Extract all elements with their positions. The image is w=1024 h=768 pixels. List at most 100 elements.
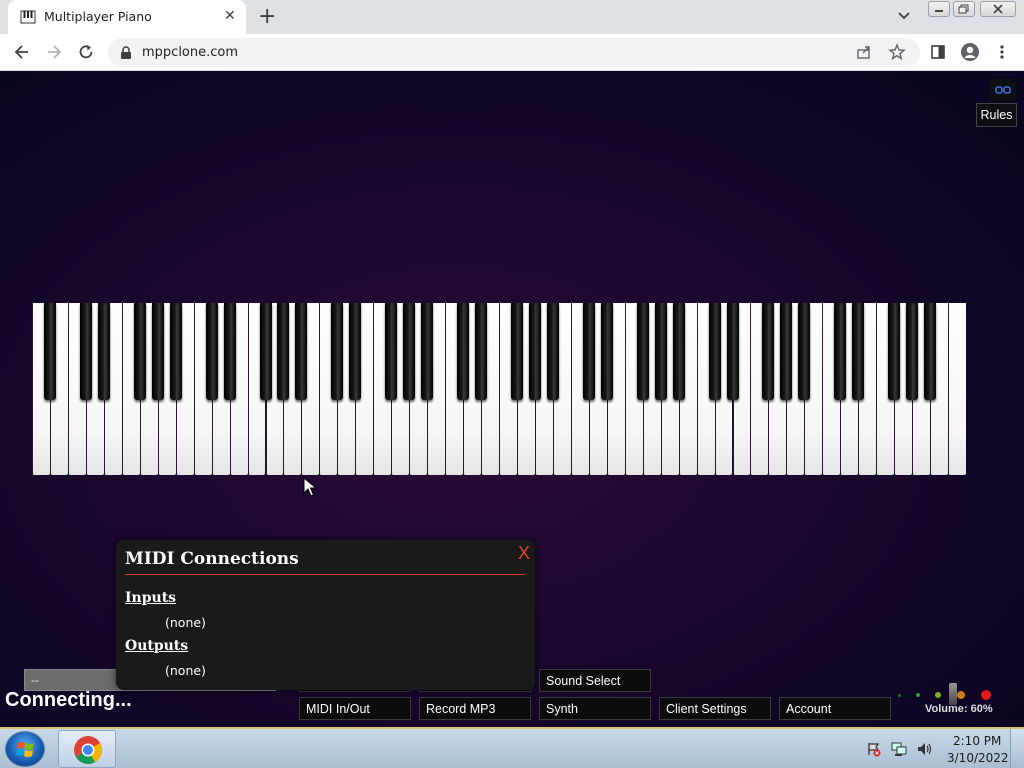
- speaker-icon[interactable]: [916, 741, 934, 757]
- windows-logo-icon: [16, 742, 34, 757]
- system-tray: [862, 735, 942, 763]
- black-key[interactable]: [403, 303, 416, 400]
- black-key[interactable]: [385, 303, 398, 400]
- black-key[interactable]: [457, 303, 470, 400]
- divider: [125, 574, 525, 575]
- black-key[interactable]: [151, 303, 164, 400]
- arrow-left-icon: [14, 45, 28, 59]
- network-icon[interactable]: [890, 741, 908, 757]
- black-key[interactable]: [780, 303, 793, 400]
- browser-tab[interactable]: Multiplayer Piano ✕: [8, 0, 246, 34]
- tab-title: Multiplayer Piano: [44, 9, 152, 24]
- piano-keyboard[interactable]: [32, 303, 966, 475]
- black-key[interactable]: [421, 303, 434, 400]
- forward-button[interactable]: [44, 42, 64, 62]
- address-bar[interactable]: mppclone.com: [108, 38, 920, 67]
- client-settings-button[interactable]: Client Settings: [659, 697, 771, 720]
- chevron-down-icon[interactable]: [896, 7, 912, 23]
- synth-button[interactable]: Synth: [539, 697, 651, 720]
- black-key[interactable]: [726, 303, 739, 400]
- profile-avatar-icon: [961, 43, 979, 61]
- show-desktop-button[interactable]: [1010, 729, 1024, 768]
- black-key[interactable]: [600, 303, 613, 400]
- black-key[interactable]: [349, 303, 362, 400]
- account-button[interactable]: Account: [779, 697, 891, 720]
- black-key[interactable]: [636, 303, 649, 400]
- volume-label: Volume: 60%: [925, 703, 993, 715]
- black-key[interactable]: [834, 303, 847, 400]
- black-key[interactable]: [277, 303, 290, 400]
- reload-button[interactable]: [76, 42, 96, 62]
- black-key[interactable]: [582, 303, 595, 400]
- tab-close-button[interactable]: ✕: [224, 8, 236, 24]
- record-mp3-button[interactable]: Record MP3: [419, 697, 531, 720]
- black-key[interactable]: [79, 303, 92, 400]
- windows-taskbar: 2:10 PM 3/10/2022: [0, 727, 1024, 768]
- black-key[interactable]: [169, 303, 182, 400]
- black-key[interactable]: [708, 303, 721, 400]
- black-key[interactable]: [133, 303, 146, 400]
- rules-button[interactable]: Rules: [976, 103, 1017, 127]
- outputs-heading: Outputs: [125, 638, 189, 654]
- black-key[interactable]: [888, 303, 901, 400]
- dialog-title: MIDI Connections: [125, 549, 299, 569]
- black-key[interactable]: [331, 303, 344, 400]
- black-key[interactable]: [97, 303, 110, 400]
- dialog-close-button[interactable]: X: [518, 543, 530, 564]
- piano-favicon-icon: [20, 10, 36, 24]
- black-key[interactable]: [906, 303, 919, 400]
- start-button[interactable]: [5, 731, 45, 767]
- menu-button[interactable]: [992, 42, 1012, 62]
- black-key[interactable]: [852, 303, 865, 400]
- reload-icon: [79, 45, 93, 59]
- clock-date[interactable]: 3/10/2022: [947, 751, 1009, 765]
- share-icon[interactable]: [856, 44, 872, 60]
- black-key[interactable]: [205, 303, 218, 400]
- close-icon: [993, 4, 1003, 14]
- profile-button[interactable]: [960, 42, 980, 62]
- minimize-icon: [935, 10, 943, 12]
- star-icon[interactable]: [888, 43, 906, 61]
- piano-room: Rules -- Connecting... Sound Select MIDI…: [0, 71, 1024, 727]
- midi-connections-dialog: MIDI Connections X Inputs (none) Outputs…: [116, 540, 535, 690]
- restore-button[interactable]: [953, 1, 975, 17]
- black-key[interactable]: [295, 303, 308, 400]
- arrow-right-icon: [48, 45, 62, 59]
- chrome-taskbar-button[interactable]: [58, 730, 116, 768]
- side-panel-button[interactable]: [928, 42, 948, 62]
- link-icon: [995, 86, 1011, 94]
- side-panel-icon: [931, 45, 945, 59]
- lock-icon: [121, 46, 131, 59]
- black-key[interactable]: [43, 303, 56, 400]
- volume-slider[interactable]: [949, 683, 957, 705]
- black-key[interactable]: [510, 303, 523, 400]
- black-key[interactable]: [654, 303, 667, 400]
- midi-inout-button[interactable]: MIDI In/Out: [299, 697, 411, 720]
- black-key[interactable]: [762, 303, 775, 400]
- black-key[interactable]: [475, 303, 488, 400]
- sound-select-button[interactable]: Sound Select: [539, 669, 651, 692]
- window-close-button[interactable]: [980, 1, 1016, 17]
- browser-toolbar: mppclone.com: [0, 34, 1024, 71]
- restore-icon: [958, 4, 969, 14]
- new-tab-button[interactable]: +: [258, 4, 276, 29]
- kebab-menu-icon: [1000, 45, 1004, 59]
- settings-icon[interactable]: [990, 79, 1016, 101]
- inputs-value: (none): [165, 615, 206, 630]
- black-key[interactable]: [546, 303, 559, 400]
- black-key[interactable]: [528, 303, 541, 400]
- clock-time[interactable]: 2:10 PM: [953, 734, 1001, 748]
- back-button[interactable]: [12, 42, 32, 62]
- black-key[interactable]: [924, 303, 937, 400]
- black-key[interactable]: [798, 303, 811, 400]
- white-key[interactable]: [948, 303, 966, 475]
- url-text: mppclone.com: [142, 45, 239, 60]
- inputs-heading: Inputs: [125, 590, 177, 606]
- action-center-flag-icon[interactable]: [866, 741, 882, 757]
- connection-status: Connecting...: [5, 689, 132, 711]
- black-key[interactable]: [259, 303, 272, 400]
- black-key[interactable]: [672, 303, 685, 400]
- black-key[interactable]: [223, 303, 236, 400]
- minimize-button[interactable]: [928, 1, 950, 17]
- chrome-icon: [74, 736, 102, 764]
